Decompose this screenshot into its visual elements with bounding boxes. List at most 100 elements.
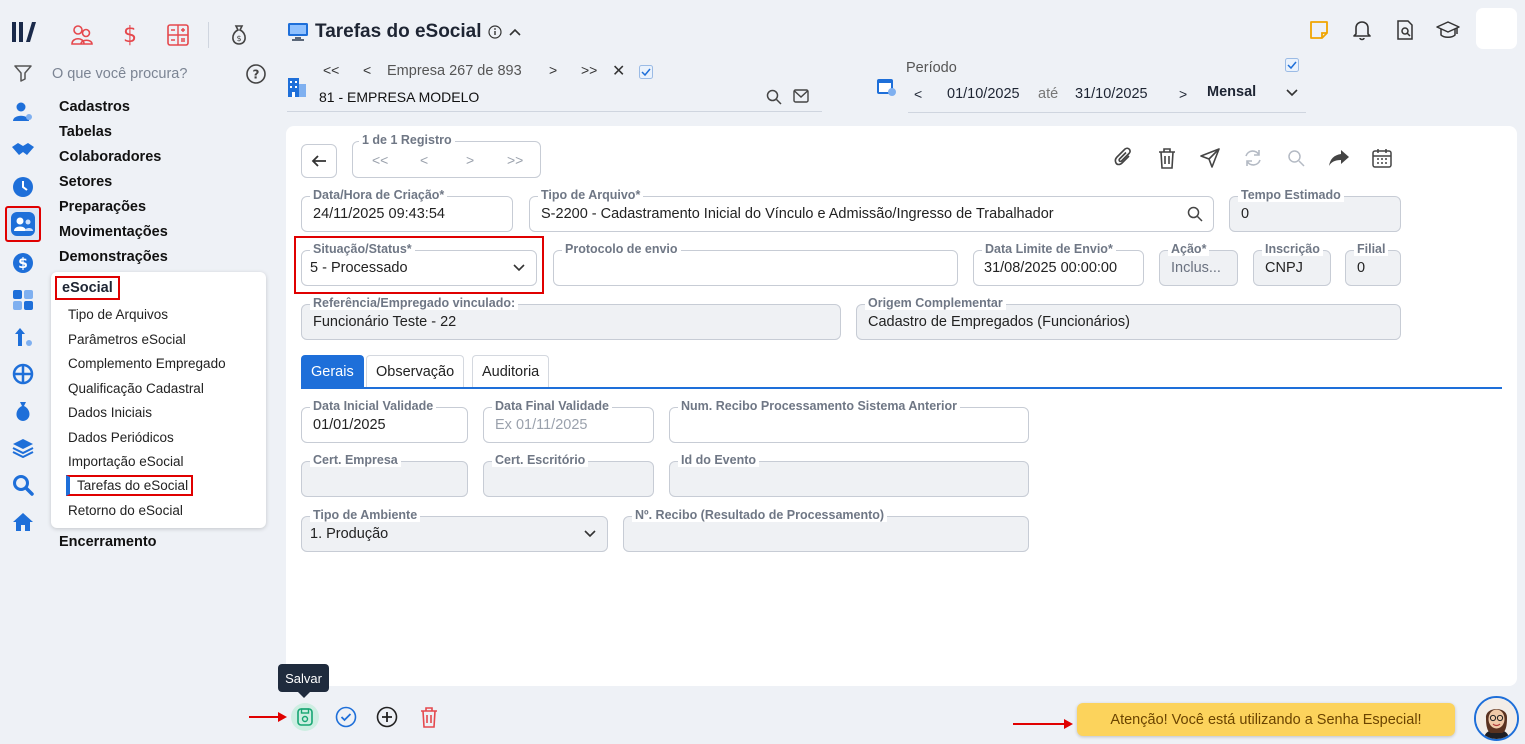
handshake-icon[interactable] xyxy=(11,138,35,162)
submenu-item[interactable]: Complemento Empregado xyxy=(68,356,226,371)
save-button[interactable] xyxy=(291,703,319,731)
calendar-outline-icon[interactable] xyxy=(1370,146,1394,170)
confirm-button[interactable] xyxy=(333,704,359,730)
end-validity-field[interactable]: Data Final Validade Ex 01/11/2025 xyxy=(483,399,654,443)
document-search-icon[interactable] xyxy=(1392,17,1418,43)
protocol-field[interactable]: Protocolo de envio xyxy=(553,242,958,286)
sticky-note-icon[interactable] xyxy=(1306,17,1332,43)
close-icon[interactable]: ✕ xyxy=(612,61,625,81)
dollar-icon[interactable]: $ xyxy=(11,251,35,275)
refresh-icon[interactable] xyxy=(1241,146,1265,170)
bell-icon[interactable] xyxy=(1349,17,1375,43)
submenu-item[interactable]: Importação eSocial xyxy=(68,454,184,469)
period-until: até xyxy=(1038,86,1059,102)
submenu-item[interactable]: Dados Periódicos xyxy=(68,430,174,445)
mail-icon[interactable] xyxy=(793,89,809,103)
people-icon[interactable] xyxy=(5,206,41,242)
assistant-avatar[interactable] xyxy=(1474,696,1519,741)
estimated-time-label: Tempo Estimado xyxy=(1238,188,1344,202)
money-bag-outline-icon[interactable]: $ xyxy=(221,22,257,48)
graduation-cap-icon[interactable] xyxy=(1435,17,1461,43)
menu-search-input[interactable]: O que você procura? xyxy=(52,66,187,82)
status-select[interactable]: Situação/Status* 5 - Processado xyxy=(301,242,537,286)
user-menu[interactable] xyxy=(1476,8,1517,49)
next-company-button[interactable]: > xyxy=(549,62,557,78)
search-icon[interactable] xyxy=(766,89,782,105)
period-end[interactable]: 31/10/2025 xyxy=(1075,86,1148,102)
prev-period-button[interactable]: < xyxy=(914,86,922,102)
monitor-icon xyxy=(287,22,309,42)
network-icon[interactable] xyxy=(11,362,35,386)
trash-icon[interactable] xyxy=(1155,146,1179,170)
filter-icon[interactable] xyxy=(14,64,32,82)
send-icon[interactable] xyxy=(1198,146,1222,170)
chevron-up-icon[interactable] xyxy=(508,27,522,37)
app-logo[interactable] xyxy=(11,19,37,45)
svg-text:$: $ xyxy=(123,23,137,47)
start-validity-value: 01/01/2025 xyxy=(313,417,386,433)
user-gear-icon[interactable] xyxy=(11,100,35,124)
checkbox-checked[interactable] xyxy=(639,65,653,79)
created-field[interactable]: Data/Hora de Criação* 24/11/2025 09:43:5… xyxy=(301,188,513,232)
prev-company-button[interactable]: < xyxy=(363,62,371,78)
first-record-button[interactable]: << xyxy=(372,152,388,168)
share-arrow-icon[interactable] xyxy=(1327,146,1351,170)
dollar-sign-icon[interactable]: $ xyxy=(112,22,148,48)
company-name[interactable]: 81 - EMPRESA MODELO xyxy=(319,89,479,105)
submenu-item[interactable]: Qualificação Cadastral xyxy=(68,381,204,396)
menu-cadastros[interactable]: Cadastros xyxy=(59,99,130,115)
menu-tabelas[interactable]: Tabelas xyxy=(59,124,112,140)
next-record-button[interactable]: > xyxy=(466,152,474,168)
checkbox-checked[interactable] xyxy=(1285,58,1299,72)
chevron-down-icon[interactable] xyxy=(1285,88,1299,98)
menu-movimentacoes[interactable]: Movimentações xyxy=(59,224,168,240)
submenu-item[interactable]: Dados Iniciais xyxy=(68,405,152,420)
period-mode[interactable]: Mensal xyxy=(1207,84,1256,100)
period-start[interactable]: 01/10/2025 xyxy=(947,86,1020,102)
prev-receipt-field[interactable]: Num. Recibo Processamento Sistema Anteri… xyxy=(669,399,1029,443)
add-button[interactable] xyxy=(374,704,400,730)
back-button[interactable] xyxy=(301,144,337,178)
chevron-down-icon[interactable] xyxy=(512,263,526,273)
people-group-icon[interactable] xyxy=(64,22,100,48)
submenu-item[interactable]: Parâmetros eSocial xyxy=(68,332,186,347)
info-icon[interactable] xyxy=(487,25,502,39)
calculator-icon[interactable] xyxy=(11,288,35,312)
money-bag-icon[interactable] xyxy=(11,399,35,423)
last-record-button[interactable]: >> xyxy=(507,152,523,168)
first-company-button[interactable]: << xyxy=(323,62,339,78)
delete-button[interactable] xyxy=(416,704,442,730)
submenu-item-active[interactable]: Tarefas do eSocial xyxy=(66,475,194,496)
paperclip-icon[interactable] xyxy=(1112,146,1136,170)
last-company-button[interactable]: >> xyxy=(581,62,597,78)
deadline-field[interactable]: Data Limite de Envio* 31/08/2025 00:00:0… xyxy=(973,242,1144,286)
prev-record-button[interactable]: < xyxy=(420,152,428,168)
environment-select[interactable]: Tipo de Ambiente 1. Produção xyxy=(301,508,608,552)
menu-setores[interactable]: Setores xyxy=(59,174,112,190)
search-icon[interactable] xyxy=(11,473,35,497)
home-icon[interactable] xyxy=(11,510,35,534)
calculator-red-icon[interactable] xyxy=(160,22,196,48)
person-arrow-icon[interactable] xyxy=(11,325,35,349)
tab-auditoria[interactable]: Auditoria xyxy=(472,355,550,387)
start-validity-field[interactable]: Data Inicial Validade 01/01/2025 xyxy=(301,399,468,443)
next-period-button[interactable]: > xyxy=(1179,86,1187,102)
clock-icon[interactable] xyxy=(11,175,35,199)
tab-gerais[interactable]: Gerais xyxy=(301,355,364,387)
search-icon[interactable] xyxy=(1187,206,1203,222)
menu-preparacoes[interactable]: Preparações xyxy=(59,199,146,215)
layers-icon[interactable] xyxy=(11,436,35,460)
tab-observacao[interactable]: Observação xyxy=(366,355,465,387)
file-type-field[interactable]: Tipo de Arquivo* S-2200 - Cadastramento … xyxy=(529,188,1214,232)
status-value: 5 - Processado xyxy=(310,260,408,276)
menu-encerramento[interactable]: Encerramento xyxy=(59,534,157,550)
check-circle-icon xyxy=(335,706,357,728)
help-icon[interactable]: ? xyxy=(246,64,266,84)
submenu-item[interactable]: Retorno do eSocial xyxy=(68,503,183,518)
menu-demonstracoes[interactable]: Demonstrações xyxy=(59,249,168,265)
menu-colaboradores[interactable]: Colaboradores xyxy=(59,149,161,165)
menu-esocial[interactable]: eSocial xyxy=(55,276,120,300)
search-icon[interactable] xyxy=(1284,146,1308,170)
submenu-item[interactable]: Tipo de Arquivos xyxy=(68,307,168,322)
chevron-down-icon[interactable] xyxy=(583,529,597,539)
